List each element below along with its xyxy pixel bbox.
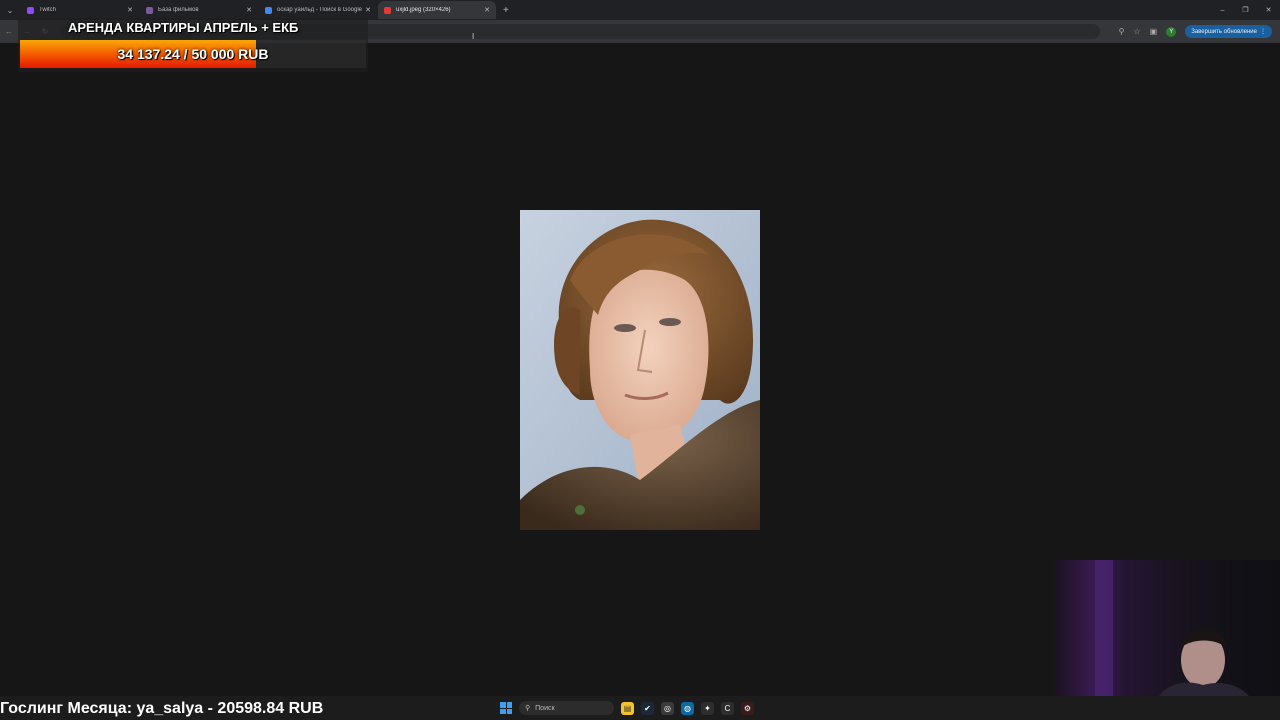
tab-label: База фильмов <box>158 7 199 13</box>
menu-dots-icon: ⋮ <box>1260 29 1266 35</box>
file-explorer-icon[interactable]: ▤ <box>621 701 634 715</box>
browser-icon[interactable]: ◍ <box>681 701 694 715</box>
new-tab-icon[interactable]: + <box>503 5 509 16</box>
close-window-icon[interactable]: ✕ <box>1257 6 1280 14</box>
toolbar-right: ⚲ ☆ ▣ Y Завершить обновление ⋮ <box>1119 23 1272 40</box>
tab-close-icon[interactable]: ✕ <box>484 6 490 14</box>
tab-close-icon[interactable]: ✕ <box>365 6 371 14</box>
goal-title: АРЕНДА КВАРТИРЫ АПРЕЛЬ + ЕКБ <box>68 20 299 35</box>
tab-favicon-icon <box>384 6 391 14</box>
tab-favicon-icon <box>27 6 34 14</box>
goal-amount: 34 137.24 / 50 000 RUB <box>117 46 269 62</box>
taskbar-search-placeholder: Поиск <box>535 704 555 712</box>
tab-close-icon[interactable]: ✕ <box>127 6 133 14</box>
chrome-icon[interactable]: ◎ <box>661 701 674 715</box>
tab-close-icon[interactable]: ✕ <box>246 6 252 14</box>
tab-label: Twitch <box>39 7 57 13</box>
restore-icon[interactable]: ❐ <box>1234 6 1257 14</box>
window-controls: – ❐ ✕ <box>1211 0 1280 20</box>
browser-tab[interactable]: uxjld.jpeg (320×426) ✕ <box>378 1 496 19</box>
goal-progress-bar: 34 137.24 / 50 000 RUB <box>20 40 366 68</box>
zoom-icon[interactable]: ⚲ <box>1119 27 1125 36</box>
steam-icon[interactable]: ✔ <box>641 701 654 715</box>
obs-icon[interactable]: ⚙ <box>741 701 754 715</box>
browser-tab[interactable]: оскар уайльд - Поиск в Google ✕ <box>259 1 377 19</box>
tab-list: Twitch ✕ База фильмов ✕ оскар уайльд - Поиск… <box>21 1 497 19</box>
back-icon[interactable]: ← <box>0 27 18 36</box>
tab-search-icon[interactable]: ⌄ <box>3 3 17 17</box>
minimize-icon[interactable]: – <box>1211 7 1234 14</box>
search-icon: ⚲ <box>525 705 531 712</box>
donation-goal-widget: АРЕНДА КВАРТИРЫ АПРЕЛЬ + ЕКБ 34 137.24 /… <box>18 18 368 72</box>
windows-start-icon[interactable] <box>500 702 512 714</box>
bookmark-star-icon[interactable]: ☆ <box>1133 27 1140 36</box>
browser-tab[interactable]: База фильмов ✕ <box>140 1 258 19</box>
taskbar-search[interactable]: ⚲ Поиск <box>519 701 614 715</box>
tab-favicon-icon <box>146 6 153 14</box>
viewed-portrait-image <box>520 210 760 530</box>
pin-app-icon[interactable]: ✦ <box>701 701 714 715</box>
extensions-icon[interactable]: ▣ <box>1150 27 1158 36</box>
tab-label: uxjld.jpeg (320×426) <box>396 7 451 13</box>
tab-favicon-icon <box>265 6 272 14</box>
ticker-text: Гослинг Месяца: ya_salya - 20598.84 RUB <box>0 700 324 717</box>
text-cursor-icon: I <box>472 32 475 41</box>
browser-tab[interactable]: Twitch ✕ <box>21 1 139 19</box>
tab-label: оскар уайльд - Поиск в Google <box>277 7 363 13</box>
update-button-label: Завершить обновление <box>1191 28 1257 35</box>
profile-avatar[interactable]: Y <box>1166 26 1177 37</box>
update-button[interactable]: Завершить обновление ⋮ <box>1185 25 1272 38</box>
tab-strip: ⌄ Twitch ✕ База фильмов ✕ оскар уайльд - Пои… <box>0 0 1280 20</box>
ccleaner-icon[interactable]: C <box>721 701 734 715</box>
taskbar-apps: ⚲ Поиск ▤ ✔ ◎ ◍ ✦ C ⚙ <box>500 699 754 717</box>
